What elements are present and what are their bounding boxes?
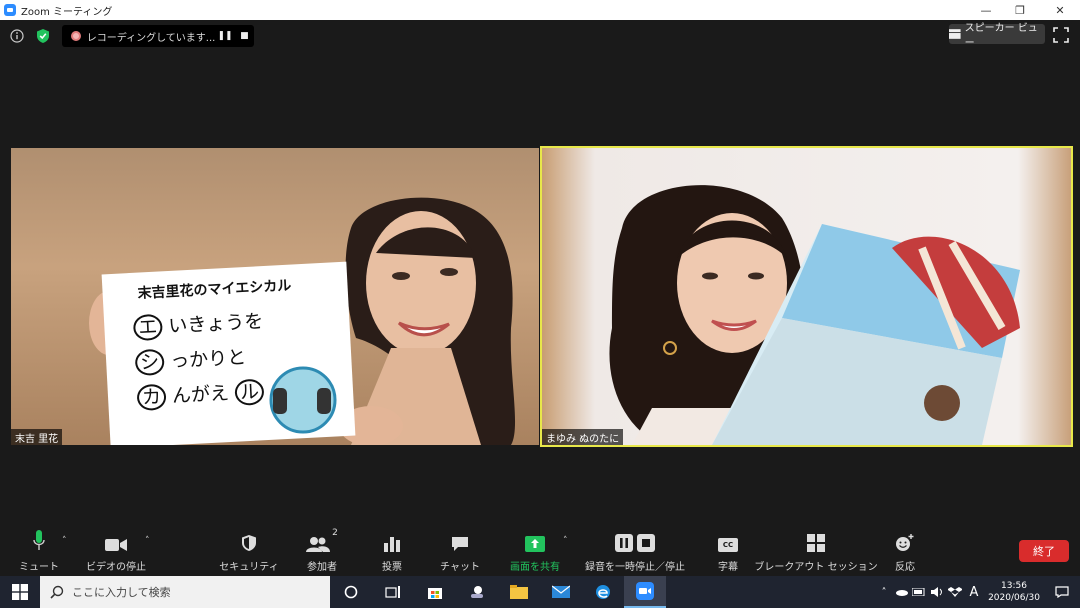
battery-icon[interactable] — [910, 588, 928, 596]
chevron-up-icon[interactable]: ˄ — [563, 536, 568, 546]
cortana-icon[interactable] — [330, 576, 372, 608]
recording-controls-label: 録音を一時停止／停止 — [585, 562, 685, 573]
shield-icon — [242, 535, 256, 551]
participants-button[interactable]: 2 参加者 — [300, 528, 344, 574]
mute-label: ミュート — [19, 562, 59, 573]
recording-controls-button[interactable]: 録音を一時停止／停止 — [582, 528, 688, 574]
taskbar-search-placeholder: ここに入力して検索 — [72, 586, 171, 599]
video-tile-participant-2-active[interactable]: まゆみ ぬのたに — [540, 146, 1073, 447]
closed-caption-icon: CC — [718, 538, 738, 552]
grid-view-icon — [949, 29, 961, 39]
fullscreen-icon[interactable] — [1053, 27, 1069, 43]
chat-label: チャット — [440, 562, 480, 573]
zoom-taskbar-icon[interactable] — [624, 576, 666, 608]
stop-video-label: ビデオの停止 — [86, 562, 146, 573]
security-button[interactable]: セキュリティ — [219, 528, 279, 574]
recording-status-text: レコーディングしています... — [86, 32, 216, 44]
participants-label: 参加者 — [307, 562, 337, 573]
file-explorer-icon[interactable] — [498, 576, 540, 608]
share-screen-icon — [525, 536, 545, 552]
encryption-shield-icon[interactable] — [34, 27, 52, 45]
chevron-up-icon[interactable]: ˄ — [145, 536, 150, 546]
video-camera-icon — [105, 539, 127, 551]
tray-chevron-icon[interactable]: ˄ — [876, 587, 892, 598]
window-title: Zoom ミーティング — [21, 6, 113, 18]
pause-recording-icon[interactable]: ❚❚ — [215, 31, 234, 41]
pause-icon — [615, 534, 633, 552]
captions-button[interactable]: CC 字幕 — [712, 528, 744, 574]
whiteboard-circle-letter: シ — [134, 348, 165, 377]
taskbar-search-box[interactable]: ここに入力して検索 — [40, 576, 330, 608]
reactions-label: 反応 — [895, 562, 915, 573]
polls-button[interactable]: 投票 — [376, 528, 408, 574]
participant-name-tag: まゆみ ぬのたに — [542, 429, 624, 445]
restore-button[interactable]: ❐ — [1000, 0, 1040, 20]
clock-time: 13:56 — [1001, 581, 1027, 591]
share-screen-button[interactable]: 画面を共有 — [506, 528, 564, 574]
view-toggle-button[interactable]: スピーカー ビュー — [949, 23, 1045, 49]
whiteboard-circle-letter: エ — [132, 313, 164, 342]
microphone-icon — [33, 530, 45, 550]
store-icon[interactable] — [414, 576, 456, 608]
windows-taskbar: ここに入力して検索 ˄ A 13:56 2020/06/30 — [0, 576, 1080, 608]
mail-icon[interactable] — [540, 576, 582, 608]
zoom-window: Zoom ミーティング — ❐ ✕ レコーディングしています... ❚❚ ■ ス… — [0, 0, 1080, 608]
recording-dot-icon — [71, 31, 81, 41]
title-bar: Zoom ミーティング — ❐ ✕ — [0, 0, 1080, 20]
clock-date: 2020/06/30 — [988, 593, 1040, 603]
breakout-rooms-button[interactable]: ブレークアウト セッション — [754, 528, 878, 574]
mute-button[interactable]: ミュート — [18, 528, 60, 574]
participants-icon — [306, 537, 331, 552]
end-meeting-button[interactable]: 終了 — [1019, 540, 1069, 562]
stop-video-button[interactable]: ビデオの停止 — [84, 528, 148, 574]
onedrive-icon[interactable] — [892, 588, 910, 596]
chevron-up-icon[interactable]: ˄ — [62, 536, 67, 546]
search-icon — [50, 585, 64, 599]
edge-browser-icon[interactable] — [582, 576, 624, 608]
whiteboard-sign: 末吉里花のマイエシカル エ いきょうを シ っかりと カ んがえ ル — [117, 270, 350, 442]
participant-name-tag: 末吉 里花 — [11, 429, 63, 445]
participant-2-video — [609, 185, 1020, 445]
recording-indicator: レコーディングしています... ❚❚ ■ — [62, 25, 254, 47]
video-tile-participant-1[interactable]: 末吉里花のマイエシカル エ いきょうを シ っかりと カ んがえ ル 末吉 里花 — [11, 148, 539, 445]
meeting-status-row: レコーディングしています... ❚❚ ■ スピーカー ビュー — [0, 23, 1080, 49]
info-icon[interactable] — [8, 27, 26, 45]
windows-start-icon[interactable] — [0, 576, 40, 608]
stop-icon — [637, 534, 655, 552]
system-tray: ˄ A 13:56 2020/06/30 — [876, 576, 1080, 608]
whiteboard-circle-letter: カ — [136, 383, 167, 412]
taskbar-clock[interactable]: 13:56 2020/06/30 — [984, 580, 1044, 604]
whiteboard-line: んがえ — [171, 382, 230, 408]
task-view-icon[interactable] — [372, 576, 414, 608]
whiteboard-line: っかりと — [169, 346, 247, 373]
bar-chart-icon — [384, 537, 400, 552]
chat-button[interactable]: チャット — [440, 528, 480, 574]
smiley-plus-icon — [896, 534, 914, 551]
reactions-button[interactable]: 反応 — [890, 528, 920, 574]
view-toggle-label: スピーカー ビュー — [964, 23, 1038, 49]
whiteboard-circle-letter: ル — [234, 378, 265, 406]
participants-count: 2 — [332, 528, 338, 538]
weather-app-icon[interactable] — [456, 576, 498, 608]
meeting-toolbar: ミュート ˄ ビデオの停止 ˄ セキュリティ 2 参加者 投票 チャット 画面を… — [0, 528, 1080, 574]
stop-recording-icon[interactable]: ■ — [235, 31, 254, 41]
security-label: セキュリティ — [219, 562, 279, 573]
ime-indicator[interactable]: A — [964, 585, 984, 600]
polls-label: 投票 — [382, 562, 402, 573]
close-button[interactable]: ✕ — [1040, 0, 1080, 20]
volume-icon[interactable] — [928, 586, 946, 598]
captions-label: 字幕 — [718, 562, 738, 573]
share-screen-label: 画面を共有 — [510, 562, 560, 573]
breakout-grid-icon — [807, 534, 825, 552]
notification-icon[interactable] — [1044, 586, 1080, 598]
breakout-rooms-label: ブレークアウト セッション — [754, 562, 878, 573]
whiteboard-line: いきょうを — [167, 310, 264, 338]
chat-bubble-icon — [452, 537, 468, 551]
zoom-app-icon — [4, 4, 16, 16]
dropbox-icon[interactable] — [946, 586, 964, 598]
